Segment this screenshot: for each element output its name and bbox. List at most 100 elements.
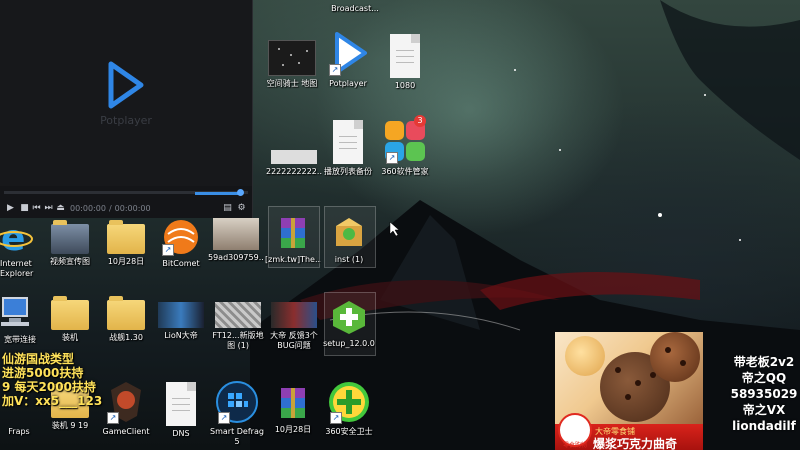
desktop-icon-folder-warship[interactable]: 战舰1.30 [98, 296, 154, 343]
desktop-icon-lion-image[interactable]: LioN大帝 [153, 302, 209, 341]
contact-line: 帝之QQ [741, 371, 787, 385]
desktop-icon-1080[interactable]: 1080 [377, 34, 433, 91]
ad-main-text: 爆浆巧克力曲奇 [593, 437, 678, 450]
time-separator: / [108, 204, 112, 213]
desktop-icon-photo-59ad[interactable]: 59ad309759... [208, 218, 264, 263]
icon-label: LioN大帝 [164, 331, 198, 340]
image-thumbnail-icon [158, 302, 204, 328]
snack-ad-panel: 大帝零食铺 爆浆巧克力曲奇 零食购物 [555, 332, 703, 450]
bitcomet-icon: ↗ [162, 218, 200, 256]
desktop-icon-video-promo-images[interactable]: 视频宣传图 [42, 220, 98, 267]
promo-line: 仙游国战类型 [2, 352, 75, 366]
desktop-icon-smart-defrag[interactable]: ↗ Smart Defrag 5 [209, 380, 265, 447]
icon-label: 装机 [62, 333, 78, 342]
internet-explorer-icon: e [0, 218, 33, 259]
folder-icon [107, 220, 145, 254]
stop-icon[interactable]: ■ [19, 203, 30, 214]
svg-text:e: e [1, 218, 25, 256]
player-watermark: Potplayer [100, 114, 152, 127]
eject-icon[interactable]: ⏏ [55, 203, 66, 214]
desktop-icon-bitcomet[interactable]: ↗ BitComet [153, 218, 209, 269]
360-safeguard-icon: ↗ [329, 380, 369, 424]
potplayer-icon: ↗ [329, 30, 367, 76]
desktop-icon-360-safeguard[interactable]: ↗ 360安全卫士 [321, 380, 377, 437]
icon-label: Internet Explorer [0, 259, 34, 278]
shortcut-arrow-icon: ↗ [107, 412, 119, 424]
icon-label: 10月28日 [107, 257, 145, 266]
previous-icon[interactable]: ⏮ [31, 203, 42, 214]
video-area[interactable]: Potplayer [0, 0, 252, 186]
icon-label: FT12...新版地图 (1) [212, 331, 264, 350]
desktop-icon-potplayer[interactable]: ↗ Potplayer [320, 30, 376, 89]
icon-label: DNS [172, 429, 190, 438]
next-icon[interactable]: ⏭ [43, 203, 54, 214]
image-thumbnail-icon [268, 40, 316, 76]
desktop-icon-bug-report-image[interactable]: 大帝 反馈3个BUG问题 [266, 302, 322, 351]
desktop-icon-oct28-archive[interactable]: 10月28日 [265, 384, 321, 435]
icon-label: Potplayer [329, 79, 367, 88]
contact-line: 带老板2v2 [733, 355, 795, 369]
icon-label: GameClient [102, 427, 150, 436]
desktop-icon-broadcast[interactable]: Broadcast... [327, 0, 383, 14]
icon-label: 装机 9 19 [51, 421, 89, 430]
total-time: 00:00:00 [114, 204, 151, 213]
promo-line: 9 每天2000扶持 [2, 380, 96, 394]
playlist-icon[interactable]: ▤ [222, 203, 233, 214]
icon-label: 360软件管家 [381, 167, 429, 176]
potplayer-logo-icon [105, 60, 145, 114]
installer-icon [330, 298, 368, 336]
volume-bar[interactable] [195, 192, 241, 195]
ad-logo-text: 零食购物 [562, 442, 587, 449]
promo-line: 进游5000扶持 [2, 366, 84, 380]
play-icon[interactable]: ▶ [5, 203, 16, 214]
time-readout: 00:00:00/00:00:00 [70, 204, 154, 213]
text-document-icon [166, 382, 196, 426]
contact-line: liondadilf [732, 419, 796, 433]
text-document-icon [333, 120, 363, 164]
icon-label: 空间骑士 地图 [266, 79, 318, 88]
network-computer-icon [0, 294, 33, 332]
icon-label: Smart Defrag 5 [210, 427, 264, 446]
desktop-icon-map-image[interactable]: 空间骑士 地图 [264, 40, 320, 89]
desktop-icon-folder-install[interactable]: 装机 [42, 296, 98, 343]
icon-label: setup_12.0.0 [323, 339, 375, 348]
notification-badge: 3 [414, 115, 426, 127]
desktop-icon-internet-explorer[interactable]: e Internet Explorer [0, 218, 42, 279]
folder-icon [51, 296, 89, 330]
desktop-icon-zmk-archive[interactable]: [zmk.tw]The... [265, 214, 321, 265]
shortcut-arrow-icon: ↗ [162, 244, 174, 256]
image-thumbnail-icon [271, 150, 317, 164]
promo-line: 加V：xx5___123 [2, 394, 103, 408]
settings-gear-icon[interactable]: ⚙ [236, 203, 247, 214]
contact-line: 帝之VX [742, 403, 786, 417]
smart-defrag-icon: ↗ [216, 380, 258, 424]
desktop-icon-ft12-map[interactable]: FT12...新版地图 (1) [210, 302, 266, 351]
player-controls: ▶ ■ ⏮ ⏭ ⏏ 00:00:00/00:00:00 ▤ ⚙ [0, 200, 252, 218]
icon-label: [zmk.tw]The... [265, 255, 321, 264]
winrar-archive-icon [274, 214, 312, 252]
desktop-icon-broadband-connection[interactable]: 宽带连接 [0, 294, 42, 345]
icon-label: 宽带连接 [4, 335, 36, 344]
desktop-icon-folder-oct28[interactable]: 10月28日 [98, 220, 154, 267]
icon-label: inst (1) [334, 255, 364, 264]
volume-slider-knob[interactable] [237, 189, 244, 196]
desktop-icon-setup-12[interactable]: setup_12.0.0 [321, 298, 377, 349]
shortcut-arrow-icon: ↗ [386, 152, 398, 164]
icon-label: Broadcast... [331, 4, 379, 13]
icon-label: BitComet [162, 259, 200, 268]
desktop-icon-2222-image[interactable]: 2222222222... [266, 150, 322, 177]
icon-label: 战舰1.30 [109, 333, 143, 342]
desktop-icon-inst[interactable]: inst (1) [321, 214, 377, 265]
text-document-icon [390, 34, 420, 78]
icon-label: 视频宣传图 [50, 257, 90, 266]
desktop-icon-360-software-manager[interactable]: 3 ↗ 360软件管家 [377, 115, 433, 177]
contact-line: 58935029 [730, 387, 798, 401]
desktop-icon-dns[interactable]: DNS [153, 382, 209, 439]
shortcut-arrow-icon: ↗ [329, 64, 341, 76]
installer-box-icon [330, 214, 368, 252]
potplayer-window[interactable]: Potplayer ▶ ■ ⏮ ⏭ ⏏ 00:00:00/00:00:00 ▤ … [0, 0, 253, 218]
desktop-icon-playlist-backup[interactable]: 播放列表备份 [320, 120, 376, 177]
folder-icon [107, 296, 145, 330]
icon-label: Fraps [8, 427, 30, 436]
icon-label: 2222222222... [266, 167, 322, 176]
